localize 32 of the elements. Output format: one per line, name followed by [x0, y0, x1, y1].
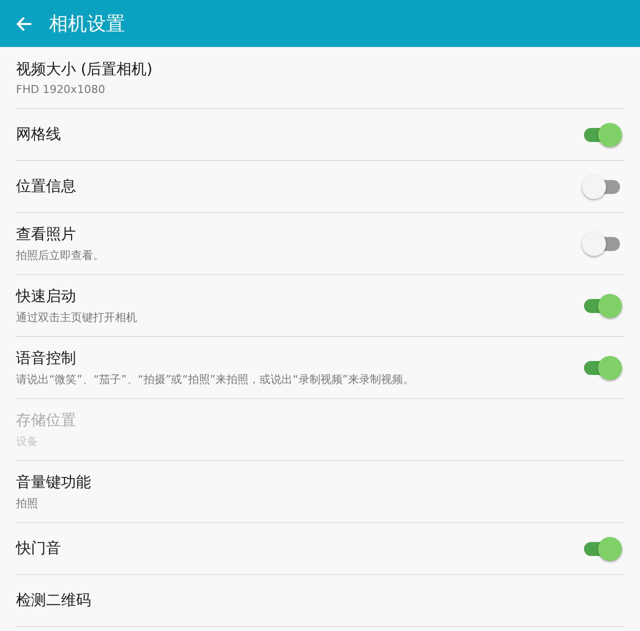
- setting-title: 音量键功能: [16, 472, 91, 492]
- setting-summary: 通过双击主页键打开相机: [16, 310, 137, 324]
- setting-title: 存储位置: [16, 410, 76, 430]
- setting-row[interactable]: 快速启动 通过双击主页键打开相机: [16, 275, 624, 337]
- setting-row[interactable]: 检测二维码: [16, 575, 624, 627]
- setting-title: 视频大小 (后置相机): [16, 60, 152, 78]
- toggle-switch[interactable]: [582, 356, 622, 380]
- setting-row[interactable]: 语音控制 请说出“微笑”、“茄子”、“拍摄”或“拍照”来拍照，或说出“录制视频”来录制视频。: [16, 337, 624, 399]
- screen-title: 相机设置: [49, 12, 125, 36]
- setting-row[interactable]: 快门音: [16, 523, 624, 575]
- setting-summary: 请说出“微笑”、“茄子”、“拍摄”或“拍照”来拍照，或说出“录制视频”来录制视频。: [16, 372, 414, 386]
- setting-row[interactable]: 网格线: [16, 109, 624, 161]
- setting-row[interactable]: 位置信息: [16, 161, 624, 213]
- setting-title: 快门音: [16, 539, 61, 558]
- setting-row[interactable]: 查看照片 拍照后立即查看。: [16, 213, 624, 275]
- back-arrow-icon[interactable]: [15, 14, 33, 32]
- setting-summary: 拍照: [16, 496, 39, 510]
- setting-title: 检测二维码: [16, 591, 91, 610]
- toggle-switch[interactable]: [582, 536, 622, 560]
- toggle-switch[interactable]: [582, 294, 622, 318]
- toggle-switch[interactable]: [582, 174, 622, 198]
- toggle-switch[interactable]: [582, 232, 622, 256]
- setting-row[interactable]: 视频大小 (后置相机) FHD 1920x1080: [16, 47, 624, 109]
- setting-title: 查看照片: [16, 224, 77, 244]
- setting-title: 语音控制: [16, 348, 77, 368]
- setting-row[interactable]: 音量键功能 拍照: [16, 461, 624, 523]
- setting-summary: FHD 1920x1080: [16, 82, 106, 96]
- toggle-switch[interactable]: [582, 122, 622, 146]
- setting-title: 网格线: [16, 125, 61, 144]
- setting-title: 快速启动: [16, 286, 77, 306]
- setting-summary: 拍照后立即查看。: [16, 248, 104, 262]
- setting-title: 位置信息: [16, 177, 76, 196]
